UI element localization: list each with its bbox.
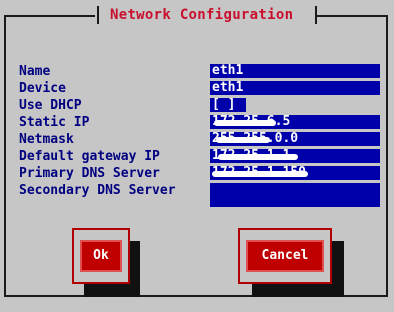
label-secondary-dns: Secondary DNS Server <box>19 183 176 198</box>
label-use-dhcp: Use DHCP <box>19 98 82 113</box>
label-name: Name <box>19 64 51 79</box>
name-input[interactable]: eth1 <box>210 64 380 78</box>
label-device: Device <box>19 81 66 96</box>
redaction-mark <box>212 171 308 177</box>
screen: Network Configuration Name Device Use DH… <box>0 0 394 312</box>
redaction-mark <box>216 137 270 143</box>
label-static-ip: Static IP <box>19 115 90 130</box>
ok-button-label[interactable]: Ok <box>80 240 122 272</box>
cancel-button-label[interactable]: Cancel <box>246 240 324 272</box>
title-bracket-left <box>97 6 99 24</box>
label-netmask: Netmask <box>19 132 74 147</box>
title-bracket-right <box>315 6 317 24</box>
label-default-gateway: Default gateway IP <box>19 149 160 164</box>
cancel-button[interactable]: Cancel <box>238 228 332 284</box>
label-primary-dns: Primary DNS Server <box>19 166 160 181</box>
secondary-dns-input[interactable] <box>210 183 380 207</box>
use-dhcp-checkbox[interactable]: [ ] <box>210 98 246 112</box>
redaction-mark <box>214 120 276 126</box>
ok-button[interactable]: Ok <box>72 228 130 284</box>
redaction-mark <box>218 154 298 160</box>
device-input[interactable]: eth1 <box>210 81 380 95</box>
dialog-title: Network Configuration <box>110 7 294 23</box>
